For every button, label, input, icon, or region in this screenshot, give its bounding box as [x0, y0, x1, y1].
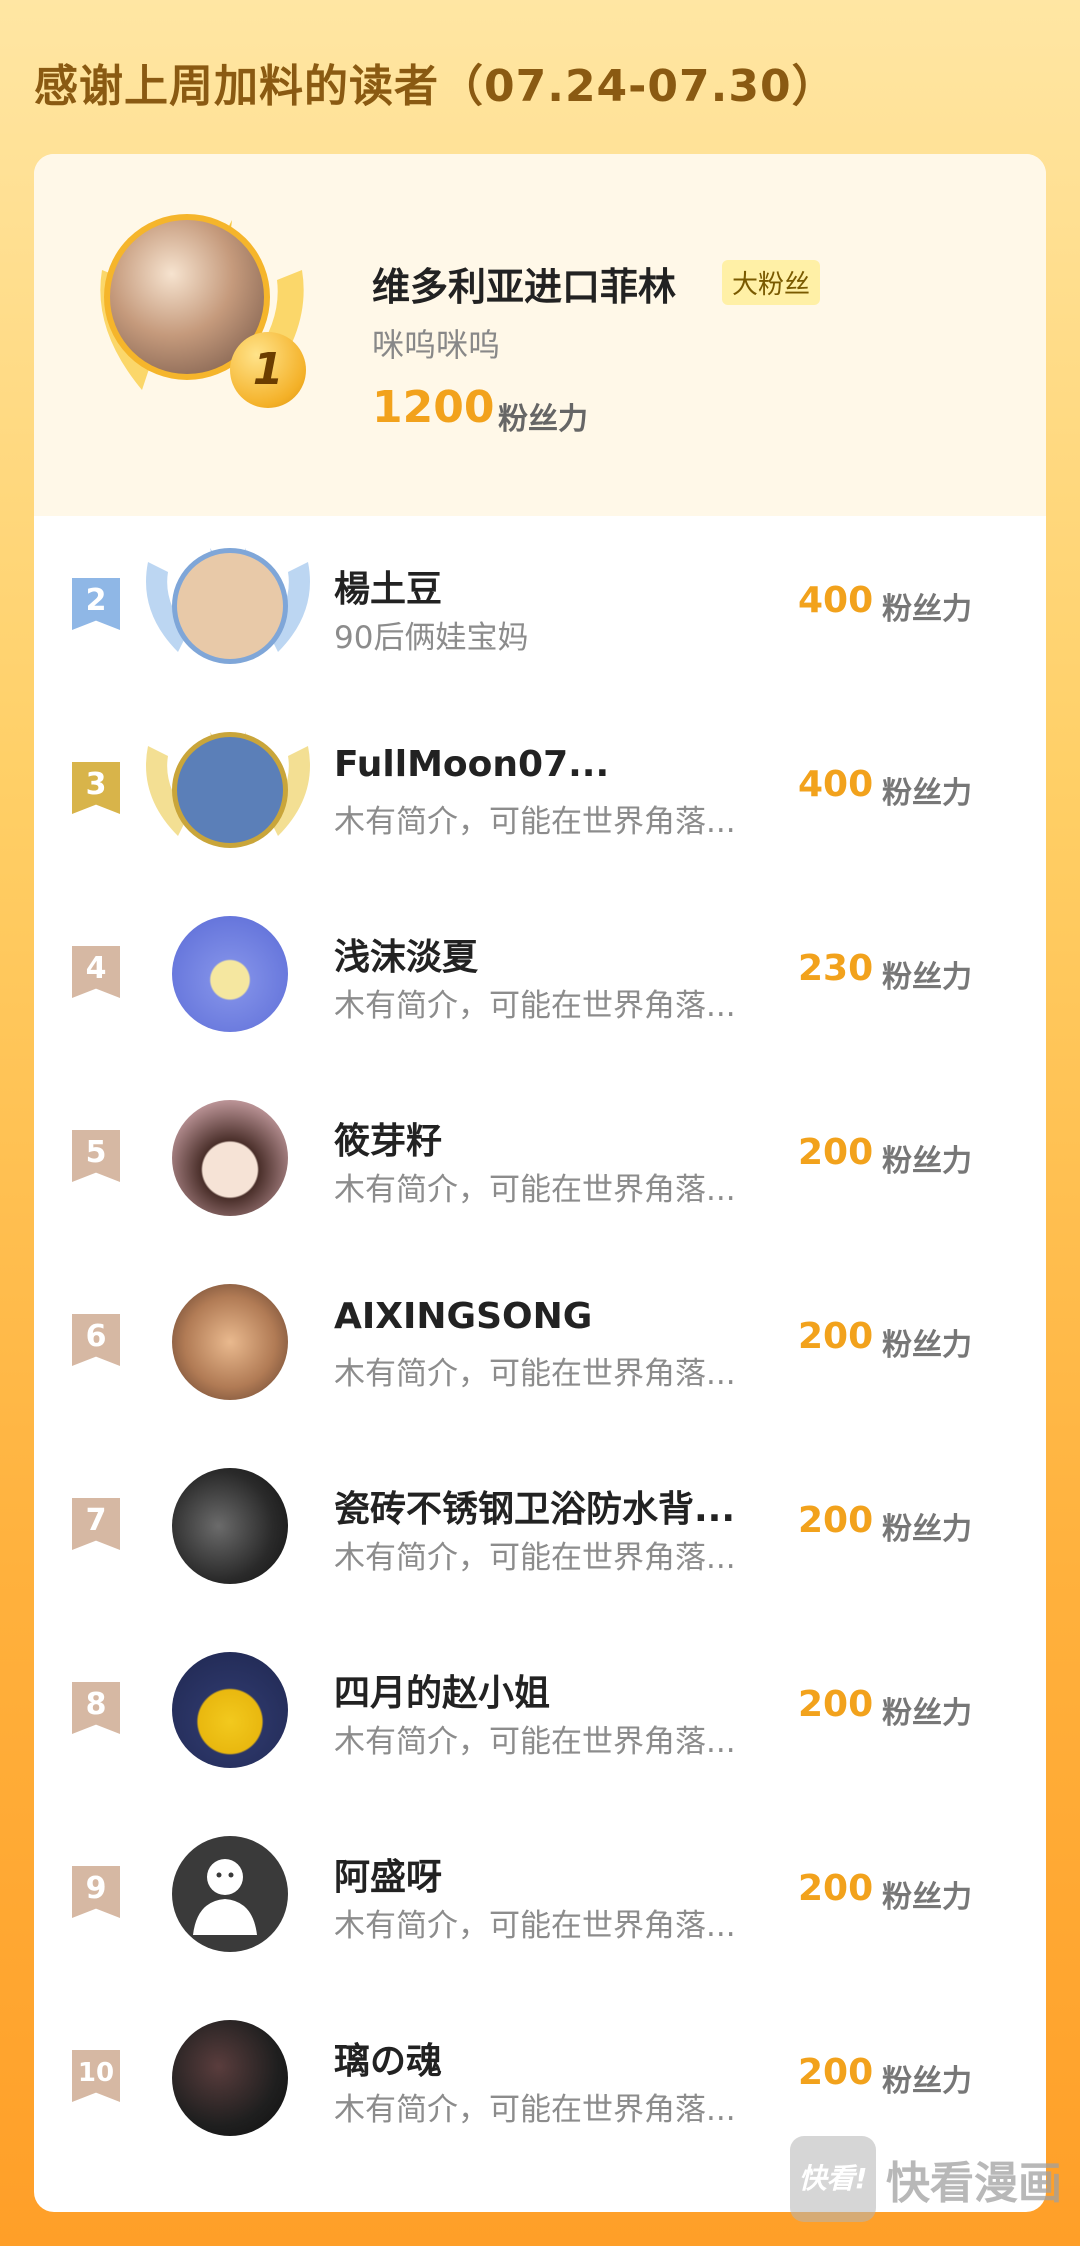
- rank-flag: 3: [72, 762, 120, 814]
- page-title: 感谢上周加料的读者（07.24-07.30）: [34, 61, 837, 112]
- avatar[interactable]: [172, 732, 288, 848]
- top-reader-unit: 粉丝力: [498, 402, 588, 437]
- rank-flag: 4: [72, 946, 120, 998]
- user-name: 四月的赵小姐: [334, 1673, 551, 1714]
- user-desc: 木有简介，可能在世界角落...: [334, 2092, 736, 2128]
- rank-flag: 5: [72, 1130, 120, 1182]
- watermark-logo: 快看!: [790, 2136, 876, 2222]
- user-name: AIXINGSONG: [334, 1296, 593, 1337]
- user-name: 璃の魂: [334, 2041, 443, 2082]
- avatar[interactable]: [172, 1468, 288, 1584]
- list-item[interactable]: 8 四月的赵小姐 木有简介，可能在世界角落... 200 粉丝力: [34, 1620, 1046, 1804]
- list-item[interactable]: 2 楊土豆 90后俩娃宝妈 400 粉丝力: [34, 516, 1046, 700]
- user-name: 浅沫淡夏: [334, 937, 479, 978]
- fan-power-unit: 粉丝力: [882, 1880, 972, 1915]
- user-name: 楊土豆: [334, 569, 443, 610]
- top-reader-score: 1200: [372, 382, 495, 433]
- fan-power-unit: 粉丝力: [882, 592, 972, 627]
- avatar[interactable]: [172, 1100, 288, 1216]
- top-reader-desc: 咪呜咪呜: [372, 326, 501, 364]
- user-desc: 木有简介，可能在世界角落...: [334, 1724, 736, 1760]
- user-name: 筱芽籽: [334, 1121, 443, 1162]
- leaderboard-card: 1 维多利亚进口菲林 大粉丝 咪呜咪呜 1200 粉丝力 2 楊土豆 90后俩娃…: [34, 154, 1046, 2212]
- fan-power-score: 200: [798, 1132, 874, 1173]
- fan-power-unit: 粉丝力: [882, 2064, 972, 2099]
- avatar[interactable]: [172, 548, 288, 664]
- avatar[interactable]: [172, 916, 288, 1032]
- user-desc: 木有简介，可能在世界角落...: [334, 1356, 736, 1392]
- fan-power-score: 200: [798, 1868, 874, 1909]
- fan-power-score: 400: [798, 764, 874, 805]
- rank-flag: 8: [72, 1682, 120, 1734]
- user-name: 瓷砖不锈钢卫浴防水背...: [334, 1489, 736, 1530]
- list-item[interactable]: 9 阿盛呀 木有简介，可能在世界角落... 200 粉丝力: [34, 1804, 1046, 1988]
- user-name: FullMoon07...: [334, 744, 610, 785]
- avatar[interactable]: [172, 1284, 288, 1400]
- fan-power-score: 230: [798, 948, 874, 989]
- fan-power-unit: 粉丝力: [882, 1696, 972, 1731]
- user-desc: 木有简介，可能在世界角落...: [334, 1540, 736, 1576]
- top-reader-section[interactable]: 1 维多利亚进口菲林 大粉丝 咪呜咪呜 1200 粉丝力: [34, 154, 1046, 516]
- user-name: 阿盛呀: [334, 1857, 443, 1898]
- fan-power-unit: 粉丝力: [882, 960, 972, 995]
- rank-flag: 6: [72, 1314, 120, 1366]
- avatar[interactable]: [172, 2020, 288, 2136]
- watermark-text: 快看漫画: [886, 2158, 1062, 2209]
- list-item[interactable]: 3 FullMoon07... 木有简介，可能在世界角落... 400 粉丝力: [34, 700, 1046, 884]
- fan-power-score: 400: [798, 580, 874, 621]
- fan-power-unit: 粉丝力: [882, 1144, 972, 1179]
- user-desc: 90后俩娃宝妈: [334, 620, 529, 656]
- rank-flag: 10: [72, 2050, 120, 2102]
- user-desc: 木有简介，可能在世界角落...: [334, 1172, 736, 1208]
- fan-power-score: 200: [798, 1316, 874, 1357]
- user-desc: 木有简介，可能在世界角落...: [334, 988, 736, 1024]
- default-user-icon: [193, 1859, 257, 1935]
- fan-power-score: 200: [798, 2052, 874, 2093]
- fan-power-score: 200: [798, 1500, 874, 1541]
- rank-flag: 2: [72, 578, 120, 630]
- user-desc: 木有简介，可能在世界角落...: [334, 1908, 736, 1944]
- list-item[interactable]: 5 筱芽籽 木有简介，可能在世界角落... 200 粉丝力: [34, 1068, 1046, 1252]
- fan-level-badge: 大粉丝: [722, 260, 821, 305]
- avatar[interactable]: [172, 1836, 288, 1952]
- fan-power-unit: 粉丝力: [882, 776, 972, 811]
- fan-power-unit: 粉丝力: [882, 1512, 972, 1547]
- list-item[interactable]: 7 瓷砖不锈钢卫浴防水背... 木有简介，可能在世界角落... 200 粉丝力: [34, 1436, 1046, 1620]
- rank-flag: 7: [72, 1498, 120, 1550]
- watermark: 快看! 快看漫画: [790, 2136, 1062, 2222]
- rank-flag: 9: [72, 1866, 120, 1918]
- user-desc: 木有简介，可能在世界角落...: [334, 804, 736, 840]
- avatar[interactable]: [172, 1652, 288, 1768]
- list-item[interactable]: 6 AIXINGSONG 木有简介，可能在世界角落... 200 粉丝力: [34, 1252, 1046, 1436]
- list-item[interactable]: 4 浅沫淡夏 木有简介，可能在世界角落... 230 粉丝力: [34, 884, 1046, 1068]
- fan-power-unit: 粉丝力: [882, 1328, 972, 1363]
- fan-power-score: 200: [798, 1684, 874, 1725]
- top-reader-name: 维多利亚进口菲林: [372, 265, 677, 309]
- rank-1-badge: 1: [230, 332, 306, 408]
